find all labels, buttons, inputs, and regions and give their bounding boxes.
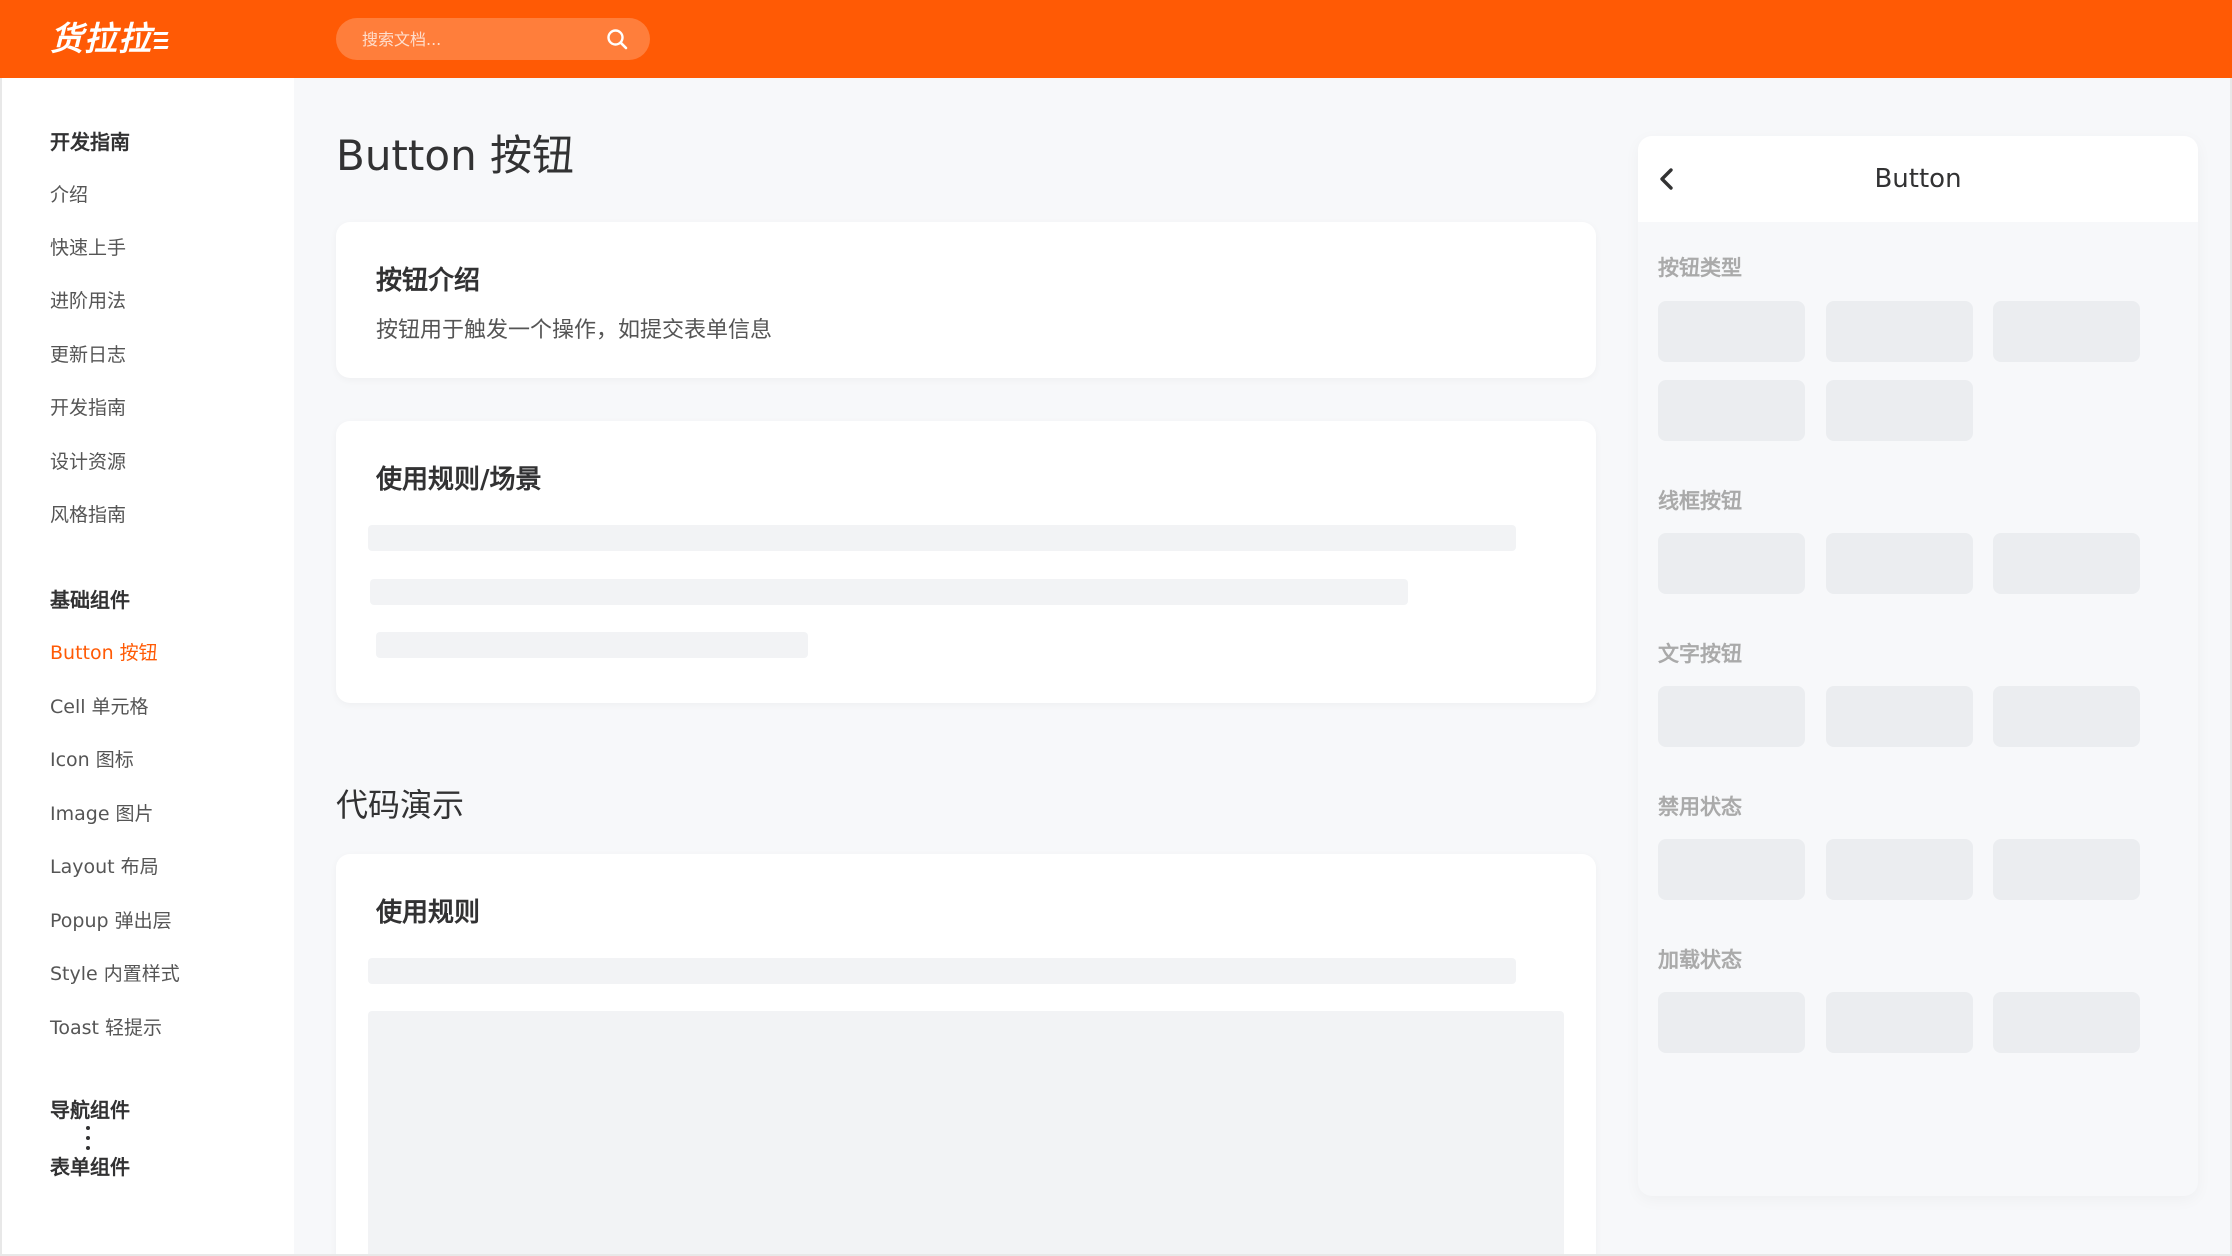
search-icon[interactable] [606,28,628,50]
skeleton-line [368,958,1516,984]
page-title: Button 按钮 [336,131,575,180]
preview-button-placeholder[interactable] [1993,839,2140,900]
preview-section-disabled: 禁用状态 [1658,795,1742,819]
brand-logo-text: 货拉拉 [50,19,152,58]
preview-section-loading: 加载状态 [1658,948,1742,972]
intro-card-text: 按钮用于触发一个操作，如提交表单信息 [376,318,773,343]
rules-card-title: 使用规则/场景 [376,465,542,495]
sidebar-item-style[interactable]: Style 内置样式 [50,959,180,986]
search-box[interactable] [336,18,650,60]
preview-section-outline-buttons: 线框按钮 [1658,489,1742,513]
sidebar-item-intro[interactable]: 介绍 [50,180,88,207]
preview-button-placeholder[interactable] [1993,686,2140,747]
sidebar-nav: 开发指南 介绍 快速上手 进阶用法 更新日志 开发指南 设计资源 风格指南 基础… [0,78,294,1256]
demo-card-title: 使用规则 [376,898,481,928]
sidebar-item-icon[interactable]: Icon 图标 [50,745,134,772]
rules-card: 使用规则/场景 [336,421,1596,703]
preview-button-placeholder[interactable] [1993,301,2140,362]
sidebar-item-quickstart[interactable]: 快速上手 [50,233,126,260]
preview-button-placeholder[interactable] [1826,839,1973,900]
sidebar-group-dev-guide: 开发指南 [50,130,130,154]
preview-nav-title: Button [1874,164,1962,194]
more-vertical-icon[interactable] [86,1126,92,1150]
preview-button-placeholder[interactable] [1993,533,2140,594]
preview-button-placeholder[interactable] [1658,992,1805,1053]
sidebar-group-form-components[interactable]: 表单组件 [50,1151,130,1180]
skeleton-line [370,579,1408,605]
preview-button-placeholder[interactable] [1993,992,2140,1053]
code-block-placeholder [368,1011,1564,1256]
back-arrow-icon[interactable] [1656,165,1682,193]
sidebar-item-dev-guide[interactable]: 开发指南 [50,393,126,420]
sidebar-item-design-resources[interactable]: 设计资源 [50,447,126,474]
sidebar-item-cell[interactable]: Cell 单元格 [50,692,149,719]
preview-button-placeholder[interactable] [1826,380,1973,441]
search-input[interactable] [336,18,596,60]
sidebar-group-navigation-components[interactable]: 导航组件 [50,1094,130,1123]
sidebar-item-toast[interactable]: Toast 轻提示 [50,1013,162,1040]
logo-speed-lines-icon [153,28,169,53]
preview-section-button-types: 按钮类型 [1658,256,1742,280]
demo-card: 使用规则 [336,854,1596,1256]
preview-button-placeholder[interactable] [1658,839,1805,900]
sidebar-item-image[interactable]: Image 图片 [50,799,154,826]
preview-button-placeholder[interactable] [1658,686,1805,747]
top-header: 货拉拉 [0,0,2232,78]
preview-button-placeholder[interactable] [1826,992,1973,1053]
preview-section-text-buttons: 文字按钮 [1658,642,1742,666]
skeleton-line [368,525,1516,551]
intro-card: 按钮介绍 按钮用于触发一个操作，如提交表单信息 [336,222,1596,378]
preview-button-placeholder[interactable] [1826,686,1973,747]
preview-button-placeholder[interactable] [1826,301,1973,362]
sidebar-item-advanced[interactable]: 进阶用法 [50,286,126,313]
preview-button-placeholder[interactable] [1658,380,1805,441]
sidebar-item-changelog[interactable]: 更新日志 [50,340,126,367]
preview-button-placeholder[interactable] [1826,533,1973,594]
preview-button-placeholder[interactable] [1658,301,1805,362]
demo-section-title: 代码演示 [336,786,465,824]
brand-logo[interactable]: 货拉拉 [50,18,169,60]
preview-nav-bar: Button [1638,136,2198,222]
intro-card-title: 按钮介绍 [376,266,481,296]
mobile-preview: Button 按钮类型 线框按钮 文字按钮 禁用状态 加载状态 [1638,136,2198,1196]
sidebar-item-button[interactable]: Button 按钮 [50,638,158,665]
preview-button-placeholder[interactable] [1658,533,1805,594]
sidebar-group-basic-components: 基础组件 [50,588,130,612]
sidebar-item-style-guide[interactable]: 风格指南 [50,500,126,527]
sidebar-item-layout[interactable]: Layout 布局 [50,852,159,879]
skeleton-line [376,632,808,658]
sidebar-item-popup[interactable]: Popup 弹出层 [50,906,172,933]
